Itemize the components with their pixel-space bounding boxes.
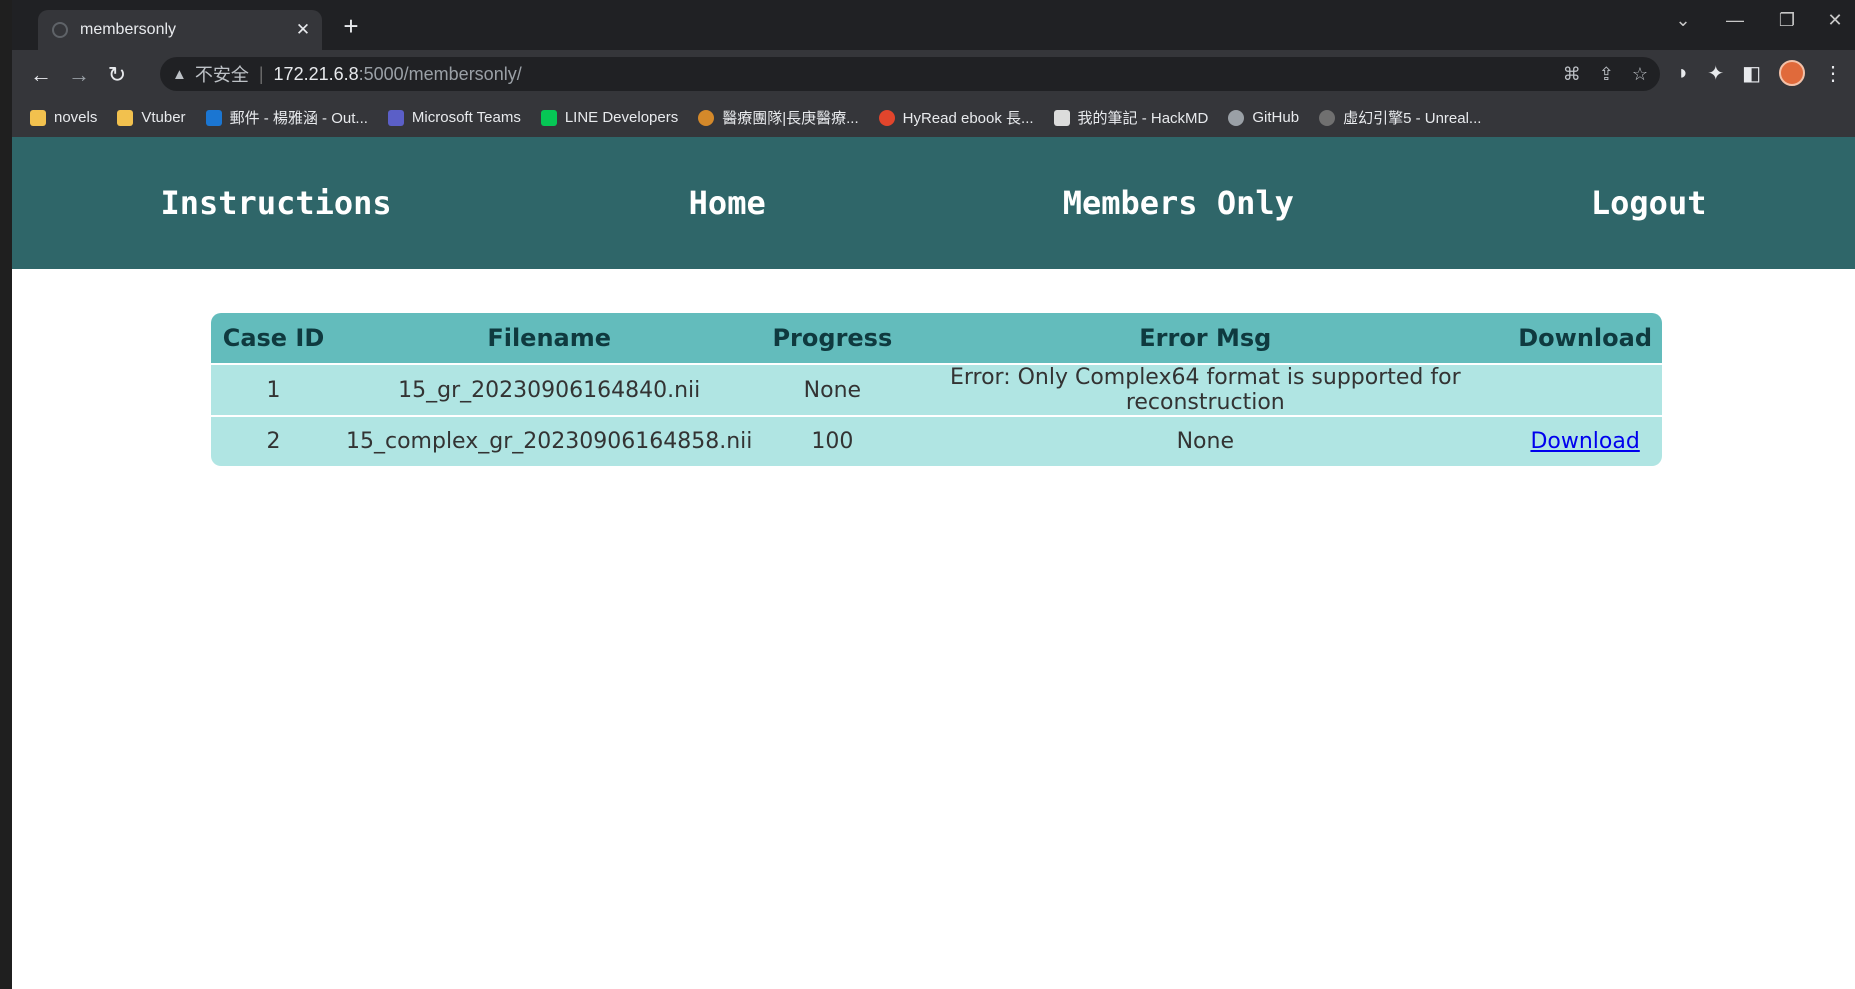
cell-filename: 15_complex_gr_20230906164858.nii <box>336 415 763 466</box>
tab-membersonly[interactable]: membersonly ✕ <box>38 10 322 50</box>
back-icon[interactable]: ← <box>26 60 56 90</box>
bookmark-outlook[interactable]: 郵件 - 楊雅涵 - Out... <box>205 107 368 128</box>
window-border <box>0 0 12 989</box>
bookmark-github[interactable]: GitHub <box>1228 109 1299 126</box>
table-header-row: Case ID Filename Progress Error Msg Down… <box>211 313 1662 363</box>
close-window-button[interactable]: ✕ <box>1815 10 1855 31</box>
omnibox-actions: ⌘ ⇪ ☆ <box>1563 57 1648 91</box>
line-icon <box>540 109 557 126</box>
column-header-progress: Progress <box>762 313 903 363</box>
folder-icon <box>117 109 134 126</box>
column-header-case-id: Case ID <box>211 313 336 363</box>
toolbar-actions: ◗ ✦ ◧ ⋮ <box>1677 60 1843 86</box>
bookmark-line-developers[interactable]: LINE Developers <box>540 109 678 126</box>
menu-kebab-icon[interactable]: ⋮ <box>1823 61 1843 86</box>
insecure-label: 不安全 <box>194 65 249 85</box>
browser-toolbar: ← → ↻ ▲ 不安全 | 172.21.6.8:5000/membersonl… <box>12 50 1855 98</box>
folder-icon <box>30 109 46 126</box>
nav-logout-link[interactable]: Logout <box>1591 184 1707 222</box>
bookmark-vtuber[interactable]: Vtuber <box>117 109 186 126</box>
bookmark-unreal[interactable]: 虛幻引擎5 - Unreal... <box>1319 107 1481 128</box>
url-host: 172.21.6.8 <box>273 63 359 84</box>
share-icon[interactable]: ⇪ <box>1599 64 1614 85</box>
extensions-puzzle-icon[interactable]: ✦ <box>1707 61 1724 86</box>
extension-mask-icon[interactable]: ◗ <box>1677 62 1689 85</box>
hyread-icon <box>878 109 895 126</box>
tab-strip: membersonly ✕ + ⌄ — ❐ ✕ <box>12 0 1855 50</box>
bookmark-hospital[interactable]: 醫療團隊|長庚醫療... <box>698 107 859 128</box>
cell-error-msg: None <box>902 415 1509 466</box>
new-tab-button[interactable]: + <box>337 12 365 40</box>
bookmark-hyread[interactable]: HyRead ebook 長... <box>878 107 1034 128</box>
globe-icon <box>52 22 68 38</box>
minimize-button[interactable]: — <box>1715 10 1755 31</box>
cell-filename: 15_gr_20230906164840.nii <box>336 363 763 415</box>
column-header-download: Download <box>1508 313 1662 363</box>
cases-table: Case ID Filename Progress Error Msg Down… <box>211 313 1662 466</box>
forward-icon[interactable]: → <box>64 60 94 90</box>
browser-window: membersonly ✕ + ⌄ — ❐ ✕ ← → ↻ ▲ 不安全 | 17… <box>0 0 1855 989</box>
tab-title: membersonly <box>80 21 177 38</box>
download-link[interactable]: Download <box>1530 429 1639 454</box>
address-separator: | <box>258 63 264 84</box>
bookmarks-bar: novels Vtuber 郵件 - 楊雅涵 - Out... Microsof… <box>12 98 1855 137</box>
teams-icon <box>387 109 404 126</box>
bookmark-teams[interactable]: Microsoft Teams <box>387 109 521 126</box>
cell-download <box>1508 363 1662 415</box>
document-icon <box>1053 109 1070 126</box>
profile-avatar[interactable] <box>1779 60 1805 86</box>
nav-home-link[interactable]: Home <box>689 184 766 222</box>
hospital-icon <box>698 109 715 126</box>
reload-icon[interactable]: ↻ <box>102 60 132 90</box>
restore-button[interactable]: ❐ <box>1767 10 1807 31</box>
site-navbar: Instructions Home Members Only Logout <box>12 137 1855 269</box>
close-tab-icon[interactable]: ✕ <box>290 20 316 40</box>
warning-icon[interactable]: ▲ <box>172 66 187 83</box>
cell-case-id: 1 <box>211 363 336 415</box>
side-panel-icon[interactable]: ◧ <box>1742 61 1761 86</box>
github-icon <box>1228 109 1245 126</box>
address-bar[interactable]: ▲ 不安全 | 172.21.6.8:5000/membersonly/ ⌘ ⇪… <box>160 57 1660 91</box>
nav-members-only-link[interactable]: Members Only <box>1063 184 1294 222</box>
outlook-icon <box>205 109 222 126</box>
star-icon[interactable]: ☆ <box>1632 64 1648 85</box>
cell-progress: 100 <box>762 415 903 466</box>
table-row: 2 15_complex_gr_20230906164858.nii 100 N… <box>211 415 1662 466</box>
cell-error-msg: Error: Only Complex64 format is supporte… <box>902 363 1509 415</box>
tab-search-icon[interactable]: ⌄ <box>1663 10 1703 31</box>
url-path: :5000/membersonly/ <box>358 63 522 84</box>
cell-progress: None <box>762 363 903 415</box>
cell-download: Download <box>1508 415 1662 466</box>
translate-icon[interactable]: ⌘ <box>1563 64 1581 85</box>
unreal-icon <box>1319 109 1336 126</box>
table-row: 1 15_gr_20230906164840.nii None Error: O… <box>211 363 1662 415</box>
nav-instructions-link[interactable]: Instructions <box>160 184 391 222</box>
bookmark-novels[interactable]: novels <box>30 109 97 126</box>
column-header-filename: Filename <box>336 313 763 363</box>
cell-case-id: 2 <box>211 415 336 466</box>
column-header-error-msg: Error Msg <box>902 313 1509 363</box>
bookmark-hackmd[interactable]: 我的筆記 - HackMD <box>1053 107 1208 128</box>
